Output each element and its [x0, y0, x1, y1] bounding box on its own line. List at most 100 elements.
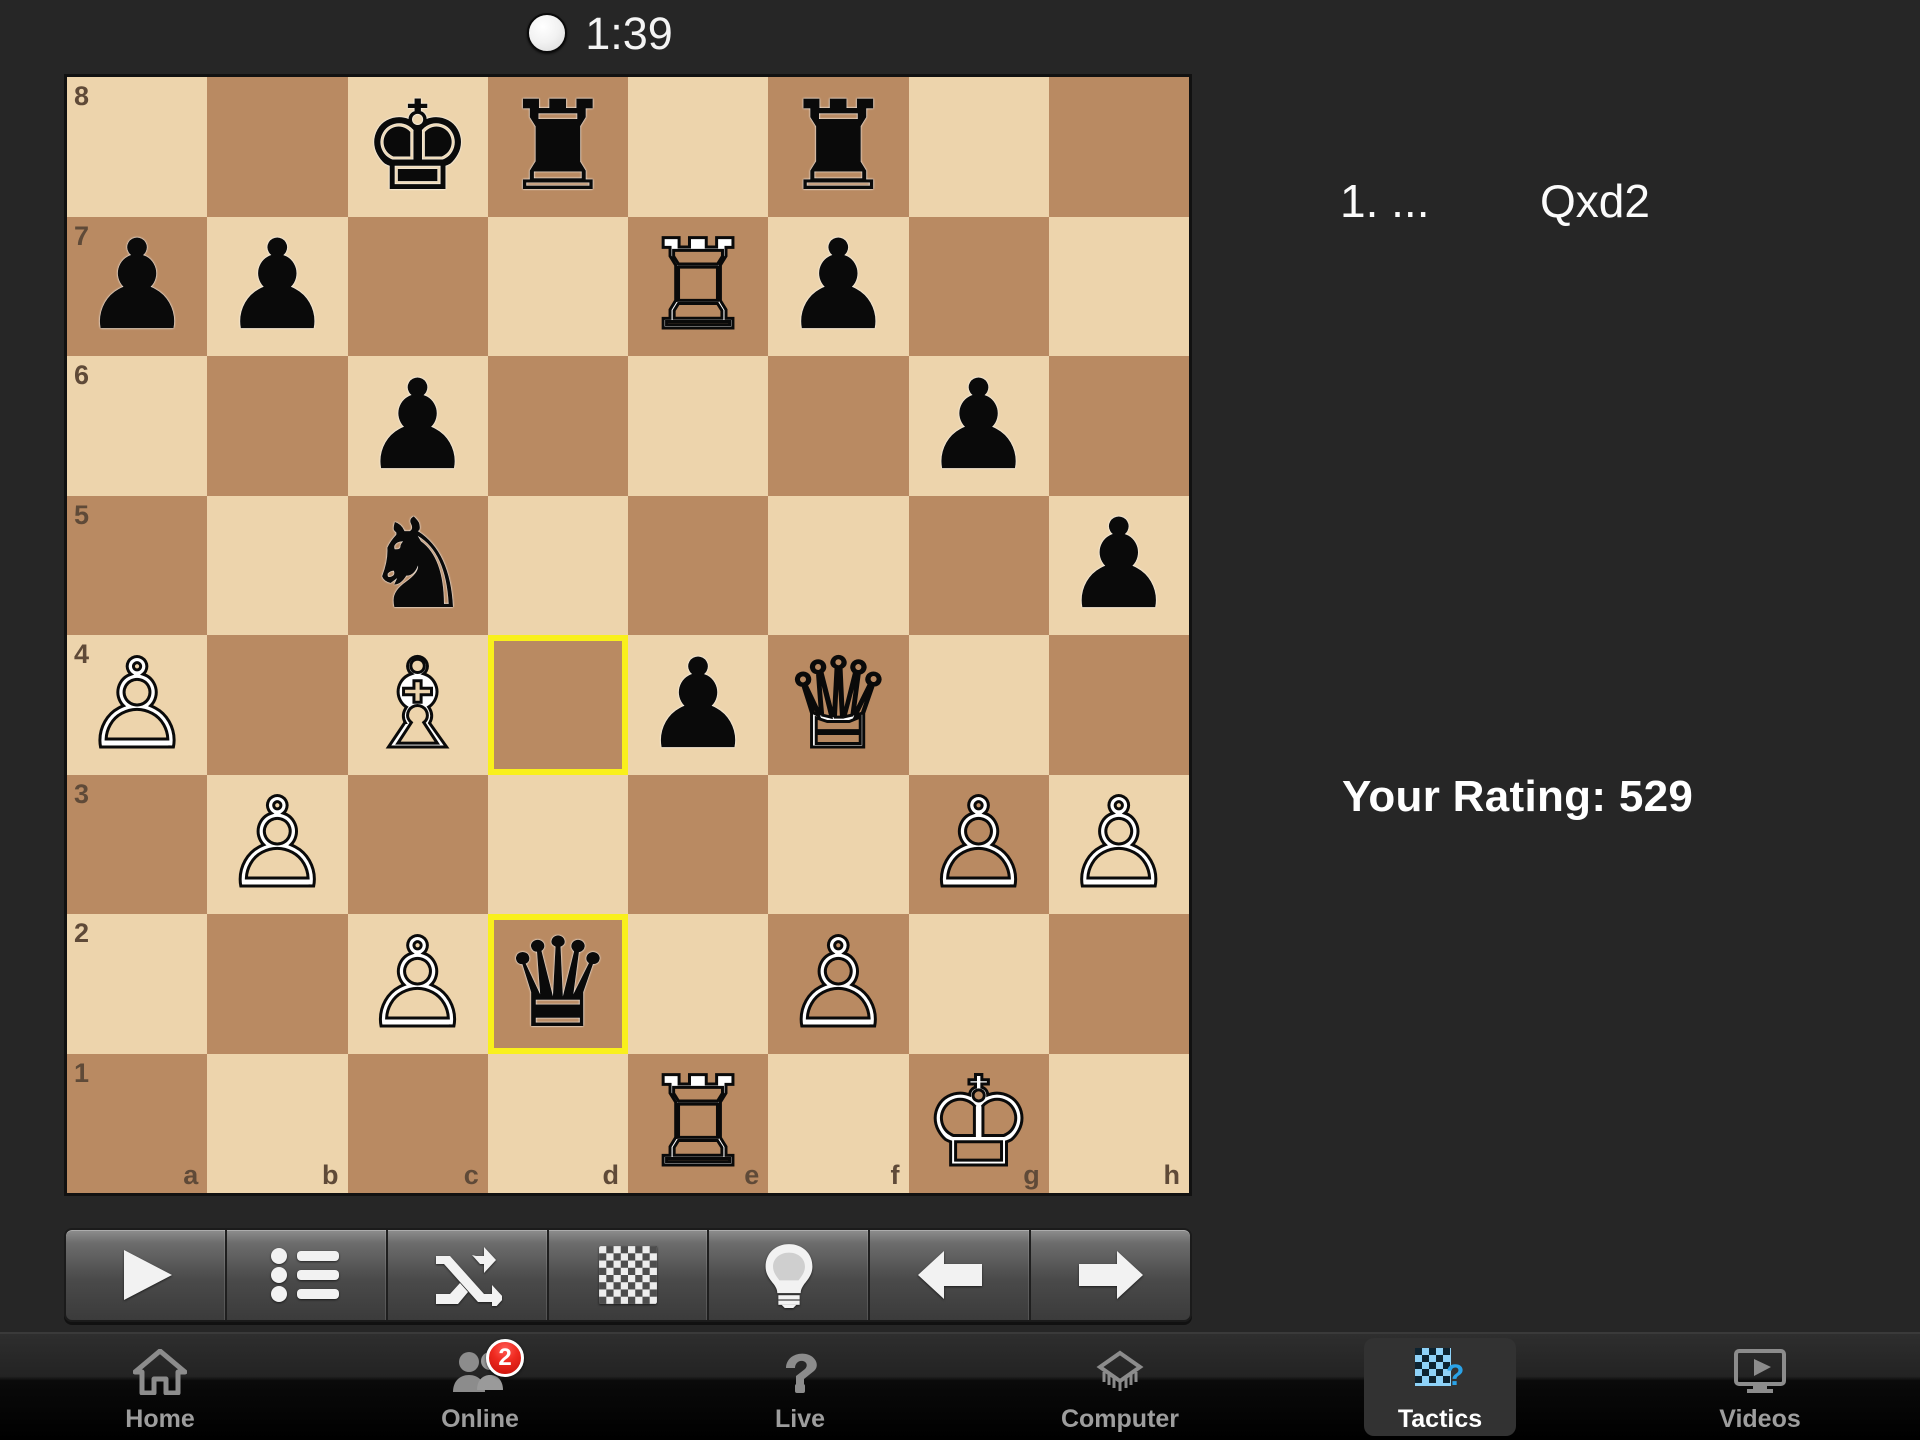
piece-black-rook-f8[interactable]: ♜: [768, 77, 908, 217]
board-square-h8[interactable]: [1048, 77, 1189, 217]
piece-black-pawn-c6[interactable]: ♟: [348, 356, 488, 496]
shuffle-button[interactable]: [388, 1230, 549, 1320]
piece-white-rook-e1[interactable]: ♖: [628, 1054, 768, 1194]
board-square-g5[interactable]: [908, 495, 1049, 635]
tab-online[interactable]: 2 Online: [320, 1334, 640, 1440]
board-button[interactable]: [549, 1230, 710, 1320]
board-square-e6[interactable]: [628, 356, 769, 496]
board-square-h5[interactable]: ♟: [1048, 495, 1189, 636]
piece-black-pawn-g6[interactable]: ♟: [909, 356, 1049, 496]
board-square-e7[interactable]: ♖: [628, 216, 769, 357]
piece-white-rook-e7[interactable]: ♖: [628, 217, 768, 357]
board-square-h7[interactable]: [1048, 216, 1189, 356]
board-square-e3[interactable]: [628, 774, 769, 914]
piece-white-bishop-c4[interactable]: ♗: [348, 635, 488, 775]
piece-black-king-c8[interactable]: ♚: [348, 77, 488, 217]
piece-black-pawn-a7[interactable]: ♟: [67, 217, 207, 357]
board-square-c8[interactable]: ♚: [347, 77, 488, 217]
board-square-a3[interactable]: 3: [67, 774, 208, 914]
board-square-a1[interactable]: 1a: [67, 1053, 208, 1193]
board-square-c6[interactable]: ♟: [347, 356, 488, 496]
board-square-b4[interactable]: [207, 635, 348, 775]
piece-white-queen-f4[interactable]: ♕: [768, 635, 908, 775]
board-square-f2[interactable]: ♙: [768, 914, 909, 1054]
board-square-d1[interactable]: d: [487, 1053, 628, 1193]
board-square-b5[interactable]: [207, 495, 348, 635]
board-square-b1[interactable]: b: [207, 1053, 348, 1193]
board-square-a4[interactable]: 4 ♙: [67, 635, 208, 775]
board-square-d4[interactable]: [487, 635, 629, 775]
board-square-e5[interactable]: [628, 495, 769, 635]
board-square-h3[interactable]: ♙: [1048, 774, 1189, 915]
board-square-a5[interactable]: 5: [67, 495, 208, 635]
board-square-d6[interactable]: [487, 356, 628, 496]
play-button[interactable]: [66, 1230, 227, 1320]
tab-tactics[interactable]: ? Tactics: [1280, 1334, 1600, 1440]
board-square-f4[interactable]: ♕: [768, 635, 909, 775]
hint-button[interactable]: [709, 1230, 871, 1320]
tab-home[interactable]: Home: [0, 1334, 320, 1440]
board-square-g2[interactable]: [908, 914, 1049, 1054]
board-square-d7[interactable]: [487, 216, 628, 356]
piece-white-pawn-a4[interactable]: ♙: [67, 635, 207, 775]
board-square-g3[interactable]: ♙: [908, 774, 1049, 915]
board-square-c2[interactable]: ♙: [347, 914, 488, 1054]
board-square-e8[interactable]: [628, 77, 769, 217]
board-square-d5[interactable]: [487, 495, 628, 635]
board-square-h1[interactable]: h: [1048, 1053, 1189, 1193]
board-square-b8[interactable]: [207, 77, 348, 217]
board-square-c3[interactable]: [347, 774, 488, 914]
board-square-g6[interactable]: ♟: [908, 356, 1049, 496]
board-square-a2[interactable]: 2: [67, 914, 208, 1054]
board-square-b3[interactable]: ♙: [207, 774, 348, 915]
board-square-c1[interactable]: c: [347, 1053, 488, 1193]
board-square-a7[interactable]: 7 ♟: [67, 216, 208, 357]
board-square-c7[interactable]: [347, 216, 488, 356]
piece-black-pawn-f7[interactable]: ♟: [768, 217, 908, 357]
board-square-g8[interactable]: [908, 77, 1049, 217]
board-square-f8[interactable]: ♜: [768, 77, 909, 217]
board-square-f7[interactable]: ♟: [768, 216, 909, 357]
board-square-h4[interactable]: [1048, 635, 1189, 775]
tab-computer[interactable]: Computer: [960, 1334, 1280, 1440]
board-square-f5[interactable]: [768, 495, 909, 635]
piece-black-queen-d2[interactable]: ♛: [488, 914, 628, 1054]
piece-black-pawn-e4[interactable]: ♟: [628, 635, 768, 775]
board-square-e4[interactable]: ♟: [628, 635, 769, 775]
board-square-e2[interactable]: [628, 914, 769, 1054]
board-square-a6[interactable]: 6: [67, 356, 208, 496]
board-square-f6[interactable]: [768, 356, 909, 496]
board-square-d2[interactable]: ♛: [487, 914, 629, 1054]
tab-live[interactable]: Live: [640, 1334, 960, 1440]
moves-list-button[interactable]: [227, 1230, 388, 1320]
piece-white-pawn-g3[interactable]: ♙: [909, 775, 1049, 915]
piece-white-pawn-c2[interactable]: ♙: [348, 914, 488, 1054]
board-square-c5[interactable]: ♞: [347, 495, 488, 636]
board-square-b6[interactable]: [207, 356, 348, 496]
piece-black-pawn-h5[interactable]: ♟: [1049, 496, 1189, 636]
board-square-f3[interactable]: [768, 774, 909, 914]
piece-white-pawn-b3[interactable]: ♙: [207, 775, 347, 915]
board-square-e1[interactable]: e ♖: [628, 1053, 769, 1194]
board-square-d8[interactable]: ♜: [487, 77, 628, 217]
piece-black-pawn-b7[interactable]: ♟: [207, 217, 347, 357]
board-square-c4[interactable]: ♗: [347, 635, 488, 775]
board-square-d3[interactable]: [487, 774, 628, 914]
piece-white-pawn-f2[interactable]: ♙: [768, 914, 908, 1054]
back-button[interactable]: [870, 1230, 1032, 1320]
piece-black-rook-d8[interactable]: ♜: [488, 77, 628, 217]
board-square-g7[interactable]: [908, 216, 1049, 356]
board-square-h6[interactable]: [1048, 356, 1189, 496]
board-square-h2[interactable]: [1048, 914, 1189, 1054]
forward-button[interactable]: [1031, 1230, 1190, 1320]
chess-board[interactable]: 8 ♚ ♜ ♜ 7 ♟ ♟ ♖ ♟ 6 ♟ ♟ 5 ♞ ♟ 4 ♙ ♗ ♟ ♕ 3 ♙ ♙ ♙ 2 ♙ ♛ ♙ 1 a b c d e ♖ f g ♔ h: [64, 74, 1192, 1196]
piece-white-king-g1[interactable]: ♔: [909, 1054, 1049, 1194]
tab-videos[interactable]: Videos: [1600, 1334, 1920, 1440]
board-square-b2[interactable]: [207, 914, 348, 1054]
board-square-g1[interactable]: g ♔: [908, 1053, 1049, 1194]
piece-white-pawn-h3[interactable]: ♙: [1049, 775, 1189, 915]
piece-black-knight-c5[interactable]: ♞: [348, 496, 488, 636]
board-square-f1[interactable]: f: [768, 1053, 909, 1193]
board-square-b7[interactable]: ♟: [207, 216, 348, 357]
board-square-g4[interactable]: [908, 635, 1049, 775]
